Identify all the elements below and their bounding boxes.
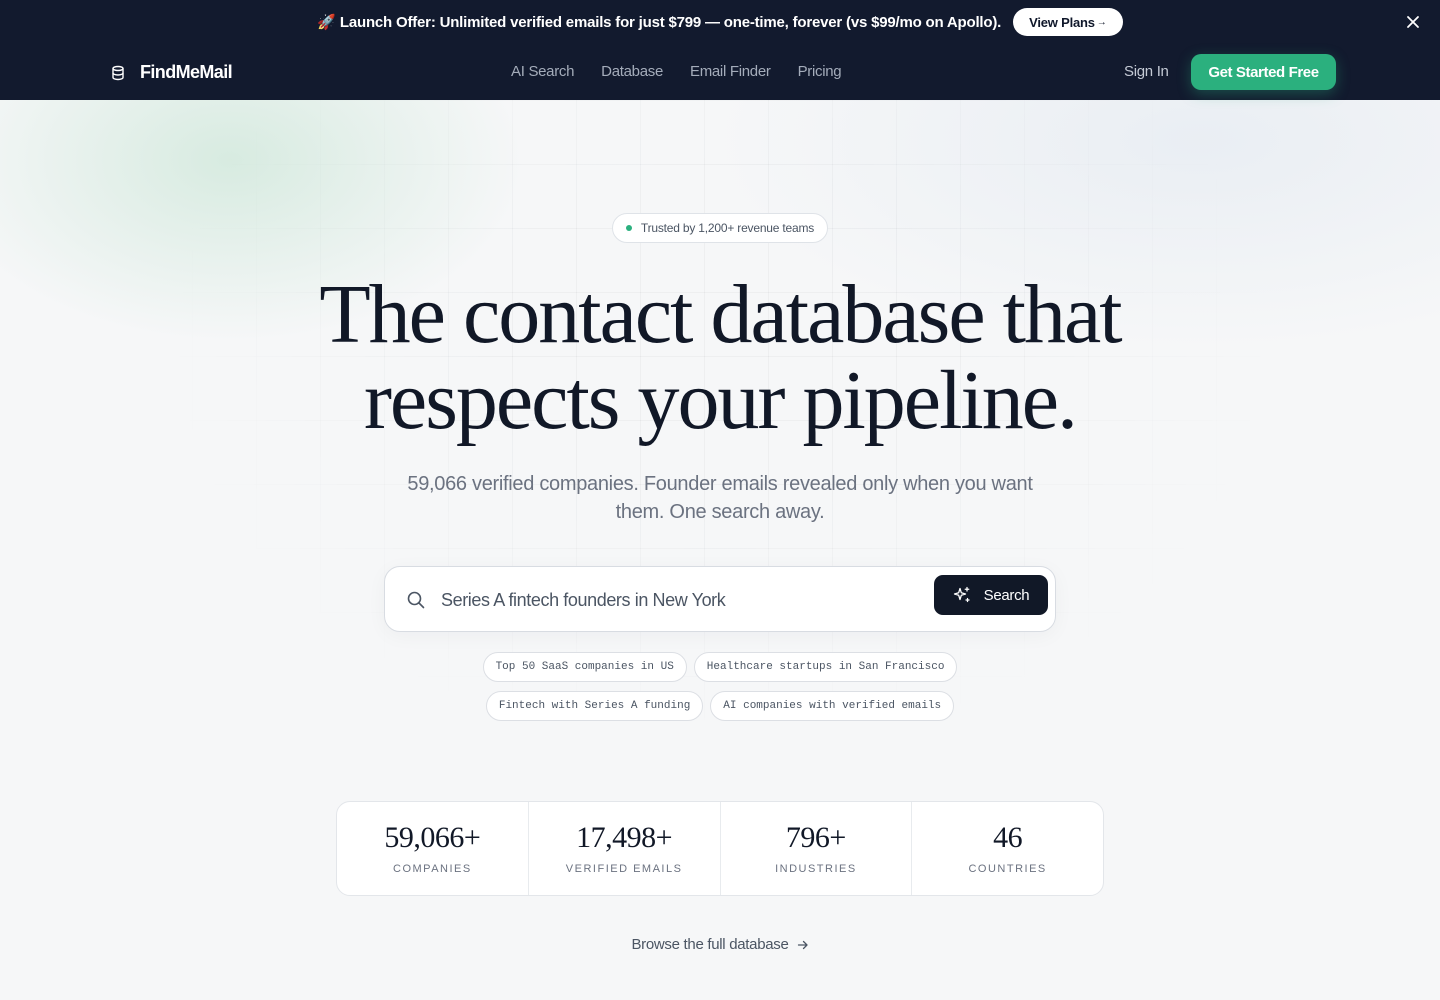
- stat-label: VERIFIED EMAILS: [565, 863, 683, 875]
- stat-companies: 59,066+ COMPANIES: [337, 802, 529, 895]
- database-icon: [112, 65, 124, 80]
- stat-label: COMPANIES: [393, 863, 472, 875]
- search-icon: [407, 591, 425, 609]
- close-icon[interactable]: [1404, 13, 1422, 31]
- status-dot: [625, 225, 632, 231]
- chip-row: Top 50 SaaS companies in US Healthcare s…: [0, 652, 1440, 682]
- search-button-label: Search: [983, 586, 1030, 604]
- trust-badge-text: Trusted by 1,200+ revenue teams: [640, 221, 815, 235]
- stat-verified-emails: 17,498+ VERIFIED EMAILS: [529, 802, 721, 895]
- search-input[interactable]: [441, 585, 921, 615]
- promo-banner: 🚀 Launch Offer: Unlimited verified emails…: [0, 0, 1440, 44]
- hero-subtitle: 59,066 verified companies. Founder email…: [407, 473, 1033, 523]
- suggestion-chip[interactable]: Healthcare startups in San Francisco: [693, 652, 958, 682]
- nav-links: AI Search Database Email Finder Pricing: [511, 63, 842, 80]
- suggestion-chip[interactable]: AI companies with verified emails: [710, 691, 955, 721]
- stat-value: 59,066+: [384, 821, 481, 854]
- arrow-icon: →: [1096, 16, 1107, 28]
- nav-link-ai-search[interactable]: AI Search: [511, 63, 574, 80]
- nav-link-pricing[interactable]: Pricing: [798, 63, 842, 80]
- view-plans-label: View Plans: [1029, 14, 1095, 30]
- rocket-icon: 🚀: [317, 14, 336, 31]
- browse-database-label: Browse the full database: [631, 936, 789, 953]
- headline-line-1: The contact database that: [319, 268, 1122, 361]
- suggestion-chip[interactable]: Top 50 SaaS companies in US: [482, 652, 687, 682]
- promo-text: 🚀 Launch Offer: Unlimited verified emails…: [317, 13, 1001, 31]
- top-bar: 🚀 Launch Offer: Unlimited verified emails…: [0, 0, 1440, 100]
- stat-value: 46: [993, 821, 1023, 854]
- view-plans-button[interactable]: View Plans →: [1013, 8, 1123, 36]
- brand-name: FindMeMail: [140, 62, 233, 82]
- main-nav: FindMeMail AI Search Database Email Find…: [0, 44, 1440, 100]
- sign-in-link[interactable]: Sign In: [1124, 63, 1169, 80]
- nav-link-email-finder[interactable]: Email Finder: [690, 63, 771, 80]
- sparkle-icon: [953, 586, 970, 603]
- brand-logo[interactable]: FindMeMail: [110, 62, 233, 83]
- promo-message: Launch Offer: Unlimited verified emails …: [339, 14, 1002, 31]
- suggestion-chip[interactable]: Fintech with Series A funding: [485, 691, 704, 721]
- stat-industries: 796+ INDUSTRIES: [721, 802, 913, 895]
- search-box: Search: [384, 566, 1056, 632]
- search-button[interactable]: Search: [934, 575, 1048, 615]
- browse-database-link[interactable]: Browse the full database: [0, 936, 1440, 953]
- arrow-right-icon: [797, 940, 808, 949]
- page-title: The contact database that respects your …: [0, 272, 1440, 444]
- stat-value: 796+: [785, 821, 846, 854]
- stat-label: COUNTRIES: [968, 863, 1047, 875]
- get-started-button[interactable]: Get Started Free: [1191, 54, 1336, 90]
- stat-label: INDUSTRIES: [775, 863, 857, 875]
- chip-row: Fintech with Series A funding AI compani…: [0, 691, 1440, 721]
- suggestion-chips: Top 50 SaaS companies in US Healthcare s…: [0, 652, 1440, 730]
- stat-countries: 46 COUNTRIES: [912, 802, 1103, 895]
- nav-link-database[interactable]: Database: [601, 63, 663, 80]
- stat-value: 17,498+: [576, 821, 673, 854]
- trust-badge: Trusted by 1,200+ revenue teams: [612, 213, 828, 243]
- stats-panel: 59,066+ COMPANIES 17,498+ VERIFIED EMAIL…: [336, 801, 1104, 896]
- headline-line-2: respects your pipeline.: [363, 354, 1078, 447]
